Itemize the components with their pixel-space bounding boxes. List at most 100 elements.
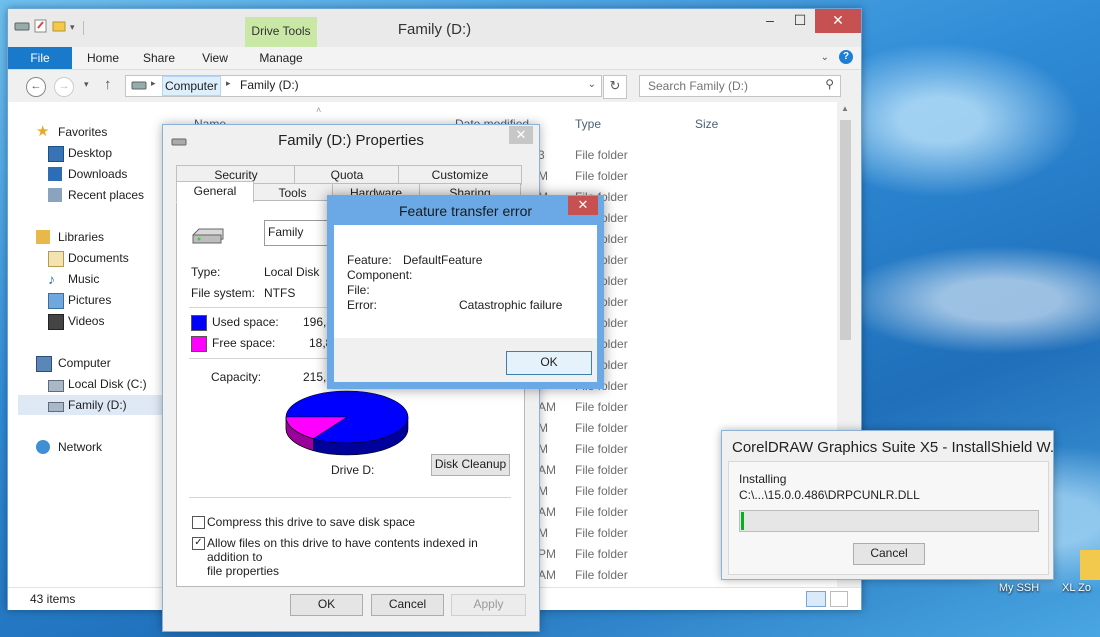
refresh-button[interactable]: ↻ [603,75,627,99]
minimize-button[interactable]: – [755,9,785,33]
search-input[interactable] [646,78,820,94]
installer-body: Installing C:\...\15.0.0.486\DRPCUNLR.DL… [728,461,1049,575]
search-icon[interactable]: ⚲ [825,77,834,91]
nav-recent-places[interactable]: Recent places [8,185,158,205]
nav-label: Libraries [58,230,105,244]
window-controls: – ☐ ✕ [755,9,861,33]
installer-cancel-button[interactable]: Cancel [853,543,925,565]
up-button[interactable]: ↑ [104,76,112,93]
component-label: Component: [347,268,413,282]
nav-videos[interactable]: Videos [8,311,158,331]
error-ok-button[interactable]: OK [506,351,592,375]
row-type: File folder [575,505,628,519]
row-type: File folder [575,421,628,435]
index-checkbox[interactable]: ✓ [192,537,205,550]
address-dropdown-icon[interactable]: ⌄ [588,79,596,90]
cancel-button[interactable]: Cancel [371,594,444,616]
maximize-button[interactable]: ☐ [785,9,815,33]
index-label-line-2: file properties [207,564,280,578]
drive-label: Drive D: [331,463,375,477]
installer-file: C:\...\15.0.0.486\DRPCUNLR.DLL [739,488,920,502]
tab-customize[interactable]: Customize [398,165,522,185]
forward-button[interactable]: → [54,77,74,97]
error-close-button[interactable]: ✕ [568,196,598,215]
error-footer: OK [334,338,597,382]
row-date: AM [538,505,556,519]
properties-close-button[interactable]: ✕ [509,126,533,144]
column-header-type[interactable]: Type [575,117,601,131]
tab-share[interactable]: Share [136,47,182,69]
recent-places-icon [48,188,62,202]
file-system-label: File system: [191,286,256,300]
chevron-right-icon[interactable]: ▸ [226,78,231,89]
star-icon: ★ [36,123,50,140]
nav-family-d[interactable]: Family (D:) [18,395,162,415]
videos-icon [48,314,64,330]
nav-pictures[interactable]: Pictures [8,290,158,310]
nav-libraries[interactable]: Libraries [8,227,158,247]
nav-downloads[interactable]: Downloads [8,164,158,184]
nav-local-disk-c[interactable]: Local Disk (C:) [8,374,158,394]
index-label: Allow files on this drive to have conten… [207,536,517,578]
nav-music[interactable]: ♪ Music [8,269,158,289]
disk-cleanup-button[interactable]: Disk Cleanup [431,454,510,476]
desktop-icon-xl[interactable]: XL Zo [1062,550,1100,594]
search-box[interactable]: ⚲ [639,75,841,97]
drive-icon [48,380,64,392]
error-label: Error: [347,298,377,312]
tab-home[interactable]: Home [78,47,128,69]
tab-general[interactable]: General [176,181,254,203]
nav-computer[interactable]: Computer [8,353,158,373]
address-row: ← → ▾ ↑ ▸ Computer ▸ Family (D:) ⌄ ↻ ⚲ [8,70,861,102]
row-date: AM [538,568,556,582]
nav-label: Documents [68,251,129,265]
scroll-thumb[interactable] [840,120,851,340]
nav-documents[interactable]: Documents [8,248,158,268]
index-label-line-1: Allow files on this drive to have conten… [207,536,478,564]
drive-icon [191,225,225,250]
back-button[interactable]: ← [26,77,46,97]
used-space-label: Used space: [212,315,279,329]
nav-label: Computer [58,356,111,370]
tab-quota[interactable]: Quota [294,165,400,185]
progress-fill [741,512,744,530]
tab-view[interactable]: View [190,47,240,69]
chevron-right-icon[interactable]: ▸ [151,78,156,89]
file-label: File: [347,283,370,297]
tab-manage[interactable]: Manage [245,47,317,69]
column-header-size[interactable]: Size [695,117,718,131]
address-bar[interactable]: ▸ Computer ▸ Family (D:) ⌄ [125,75,602,97]
documents-icon [48,251,64,267]
installer-title: CorelDRAW Graphics Suite X5 - InstallShi… [732,439,1054,456]
ok-button[interactable]: OK [290,594,363,616]
network-icon [36,440,50,454]
music-icon: ♪ [48,271,55,287]
compress-label: Compress this drive to save disk space [207,515,416,529]
expand-ribbon-icon[interactable]: ⌄ [821,52,829,63]
close-button[interactable]: ✕ [815,9,861,33]
feature-value: DefaultFeature [403,253,483,267]
breadcrumb-computer[interactable]: Computer [162,76,221,96]
help-icon[interactable]: ? [839,50,853,64]
tab-file[interactable]: File [8,47,72,69]
apply-button[interactable]: Apply [451,594,526,616]
scroll-up-icon[interactable]: ▲ [841,104,849,113]
compress-checkbox[interactable] [192,516,205,529]
folder-icon [1080,550,1100,580]
breadcrumb-family[interactable]: Family (D:) [240,78,299,92]
nav-label: Videos [68,314,105,328]
row-type: File folder [575,463,628,477]
nav-desktop[interactable]: Desktop [8,143,158,163]
nav-label: Local Disk (C:) [68,377,147,391]
recent-locations-icon[interactable]: ▾ [84,79,89,90]
nav-favorites[interactable]: ★ Favorites [8,122,158,142]
nav-network[interactable]: Network [8,437,158,457]
computer-icon [36,356,52,372]
desktop-icon [48,146,64,162]
used-space-swatch [191,315,207,331]
file-system-value: NTFS [264,286,296,300]
nav-label: Family (D:) [68,398,127,412]
large-icons-view-icon[interactable] [830,591,848,607]
installer-status: Installing [739,472,787,486]
details-view-icon[interactable] [806,591,826,607]
